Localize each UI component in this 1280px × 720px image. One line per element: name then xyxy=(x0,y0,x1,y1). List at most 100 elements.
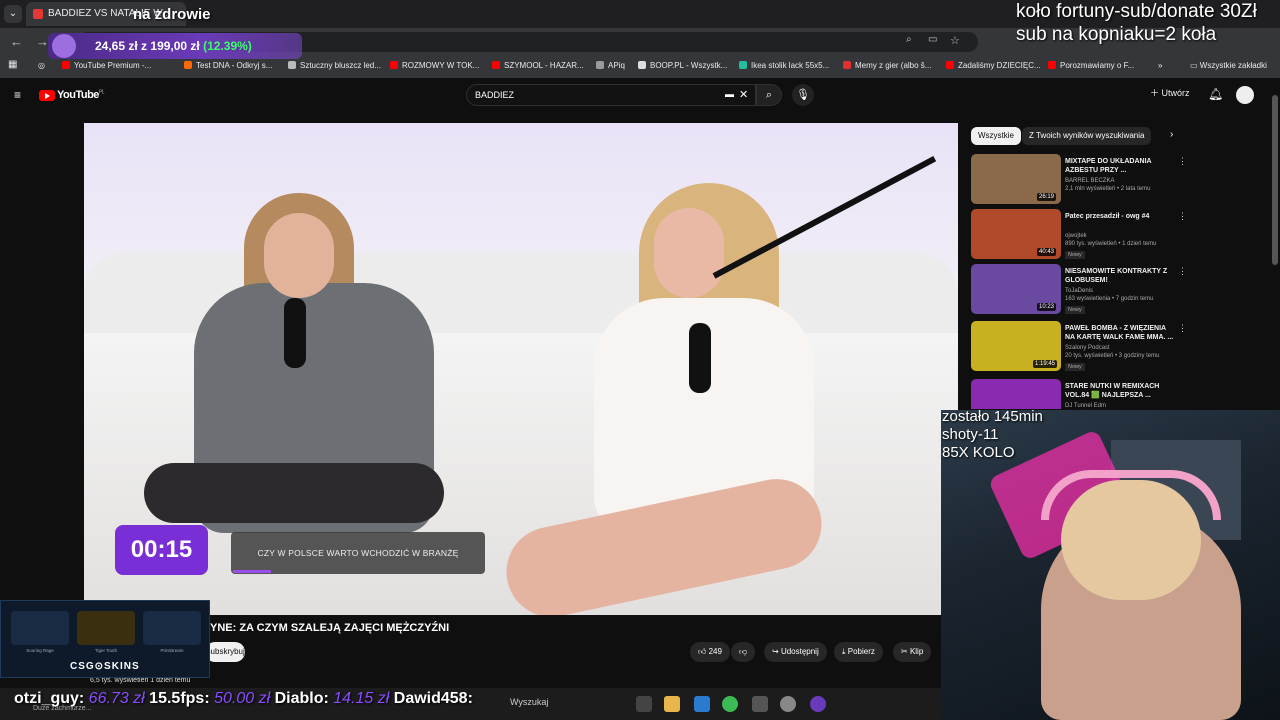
thumbs-down-icon: 👎︎ xyxy=(739,647,748,656)
video-frame-microphone xyxy=(284,298,306,368)
video-overlay-timer: 00:15 xyxy=(115,525,208,575)
donate-rules-line-1: koło fortuny-sub/donate 30Zł xyxy=(1016,1,1257,22)
skin-card: Souring Rage xyxy=(11,611,69,653)
bookmark-favicon-icon xyxy=(739,61,747,69)
cat-ear-headphones xyxy=(1041,470,1221,520)
microphone-icon: 🎙 xyxy=(796,89,810,101)
video-views-line: 6,5 tys. wyświetleń 1 dzień temu xyxy=(90,677,191,684)
weather-text: Duże zachmurze... xyxy=(33,705,92,712)
bookmark-item[interactable]: BOOP.PL - Wszystk... xyxy=(638,61,727,70)
bookmark-item[interactable]: Sztuczny bluszcz led... xyxy=(288,61,381,70)
all-bookmarks-folder[interactable]: ▭ Wszystkie zakładki xyxy=(1190,61,1267,70)
recommendation-meta: 163 wyświetlenia • 7 godzin temu xyxy=(1065,296,1154,302)
clip-button[interactable]: ✂ Klip xyxy=(893,642,932,662)
scissors-icon: ✂ xyxy=(901,647,910,656)
recommendation-item[interactable]: 10:23 NIESAMOWITE KONTRAKTY Z GLOBUSEM! … xyxy=(971,264,1187,316)
bookmark-favicon-icon xyxy=(638,61,646,69)
recommendation-title: MIXTAPE DO UKŁADANIA AZBESTU PRZY ... xyxy=(1065,158,1152,174)
chip-all[interactable]: Wszystkie xyxy=(971,127,1021,145)
recommendation-meta: 20 tys. wyświetleń • 3 godziny temu xyxy=(1065,353,1160,359)
like-button[interactable]: 👍︎ 249 xyxy=(690,642,730,662)
bookmark-favicon-icon xyxy=(62,61,70,69)
new-badge: Nowy xyxy=(1065,363,1085,371)
recommendation-title: PAWEŁ BOMBA - Z WIĘZIENIA NA KARTĘ WALK … xyxy=(1065,325,1174,341)
recommendation-item[interactable]: 26:19 MIXTAPE DO UKŁADANIA AZBESTU PRZY … xyxy=(971,154,1187,206)
new-badge: Nowy xyxy=(1065,251,1085,259)
search-input[interactable]: BADDIEZ ▬ ✕ xyxy=(466,84,756,106)
zoom-icon[interactable]: ⌕ xyxy=(906,34,912,45)
chrome-icon[interactable] xyxy=(722,696,738,712)
sponsor-logo: CSG⊙SKINS xyxy=(70,661,140,672)
bookmark-favicon-icon xyxy=(184,61,192,69)
recommendation-title: Patec przesadził - owg #4 xyxy=(1065,213,1150,220)
video-frame-person-left-face xyxy=(264,213,334,298)
video-duration: 1:19:45 xyxy=(1033,360,1058,368)
notifications-bell-icon[interactable]: 🔔︎ xyxy=(1208,87,1223,101)
stream-stats-text: zostało 145min shoty-11 85X KOLO xyxy=(942,408,1043,461)
more-vert-icon[interactable]: ⋮ xyxy=(1178,323,1187,334)
plus-icon: ＋ xyxy=(1150,88,1162,98)
dislike-button[interactable]: 👎︎ xyxy=(731,642,756,662)
scrollbar-thumb[interactable] xyxy=(1272,95,1278,265)
back-arrow-icon[interactable]: ← xyxy=(10,34,23,49)
bookmark-favicon-icon xyxy=(843,61,851,69)
create-button[interactable]: ＋ Utwórz xyxy=(1150,86,1190,99)
bookmark-item[interactable]: YouTube Premium -... xyxy=(62,61,151,70)
recommendation-item[interactable]: STARE NUTKI W REMIXACH VOL.84 🟩 NAJLEPSZ… xyxy=(971,379,1181,409)
bookmark-item[interactable]: Ikea stolik lack 55x5... xyxy=(739,61,829,70)
more-bookmarks-chevron-icon[interactable]: » xyxy=(1158,61,1162,70)
bookmark-item[interactable]: ROZMOWY W TOK... xyxy=(390,61,479,70)
recommendation-meta: 2,1 mln wyświetleń • 2 lata temu xyxy=(1065,186,1151,192)
bookmark-item[interactable]: Memy z gier (albo š... xyxy=(843,61,931,70)
tab-search-button[interactable]: ⌄ xyxy=(4,5,22,23)
more-vert-icon[interactable]: ⋮ xyxy=(1178,211,1187,222)
taskbar-search[interactable]: Wyszukaj xyxy=(510,697,548,707)
bookmark-item[interactable]: Zadaliśmy DZIECIĘC... xyxy=(946,61,1041,70)
skin-card: Printstream xyxy=(143,611,201,653)
video-frame-microphone xyxy=(689,323,711,393)
more-vert-icon[interactable]: ⋮ xyxy=(1178,156,1187,167)
video-duration: 10:23 xyxy=(1037,303,1057,311)
clear-search-icon[interactable]: ✕ xyxy=(739,88,748,101)
bookmark-favicon-icon xyxy=(596,61,604,69)
apps-grid-icon[interactable]: ▦ xyxy=(8,59,17,70)
recommendation-item[interactable]: 1:19:45 PAWEŁ BOMBA - Z WIĘZIENIA NA KAR… xyxy=(971,321,1187,373)
google-icon[interactable]: ◎ xyxy=(38,61,45,70)
bookmark-item[interactable]: Porozmawiamy o F... xyxy=(1048,61,1134,70)
chip-from-search[interactable]: Z Twoich wyników wyszukiwania xyxy=(1022,127,1152,145)
app-icon[interactable] xyxy=(752,696,768,712)
file-explorer-icon[interactable] xyxy=(664,696,680,712)
cast-icon[interactable]: ▭ xyxy=(928,34,937,45)
keyboard-icon[interactable]: ▬ xyxy=(725,89,734,99)
recommendation-title: NIESAMOWITE KONTRAKTY Z GLOBUSEM! xyxy=(1065,268,1168,284)
bookmark-item[interactable]: Test DNA - Odkryj s... xyxy=(184,61,272,70)
bookmark-star-icon[interactable]: ☆ xyxy=(950,34,960,47)
more-vert-icon[interactable]: ⋮ xyxy=(1178,381,1181,392)
recommendation-channel: BARREL BECZKA xyxy=(1065,178,1115,184)
bookmark-item[interactable]: SZYMOOL - HAZAR... xyxy=(492,61,584,70)
voice-search-button[interactable]: 🎙 xyxy=(792,84,814,106)
task-view-icon[interactable] xyxy=(636,696,652,712)
new-badge: Nowy xyxy=(1065,306,1085,314)
folder-icon: ▭ xyxy=(1190,61,1200,70)
share-button[interactable]: ↪ Udostępnij xyxy=(764,642,827,662)
video-player[interactable] xyxy=(84,123,958,615)
chevron-right-icon[interactable]: › xyxy=(1170,129,1173,140)
download-button[interactable]: ⤓ Pobierz xyxy=(834,642,883,662)
video-frame-person-left-legs xyxy=(144,463,444,523)
avatar[interactable] xyxy=(1236,86,1254,104)
obs-icon[interactable] xyxy=(810,696,826,712)
bookmark-favicon-icon xyxy=(1048,61,1056,69)
video-frame-person-right-face xyxy=(654,208,724,298)
caption-progress-bar xyxy=(233,570,271,573)
bookmark-item[interactable]: APiq xyxy=(596,61,625,70)
recommendation-item[interactable]: 40:43 Patec przesadził - owg #4 ojwojtek… xyxy=(971,209,1187,261)
more-vert-icon[interactable]: ⋮ xyxy=(1178,266,1187,277)
settings-gear-icon[interactable] xyxy=(780,696,796,712)
search-button[interactable]: ⌕ xyxy=(756,84,782,106)
recommendation-channel: ojwojtek xyxy=(1065,233,1087,239)
recommendation-meta: 890 tys. wyświetleń • 1 dzień temu xyxy=(1065,241,1157,247)
subscribe-button[interactable]: Subskrybuj xyxy=(205,642,245,662)
store-icon[interactable] xyxy=(694,696,710,712)
hamburger-menu-icon[interactable]: ≡ xyxy=(14,88,21,102)
